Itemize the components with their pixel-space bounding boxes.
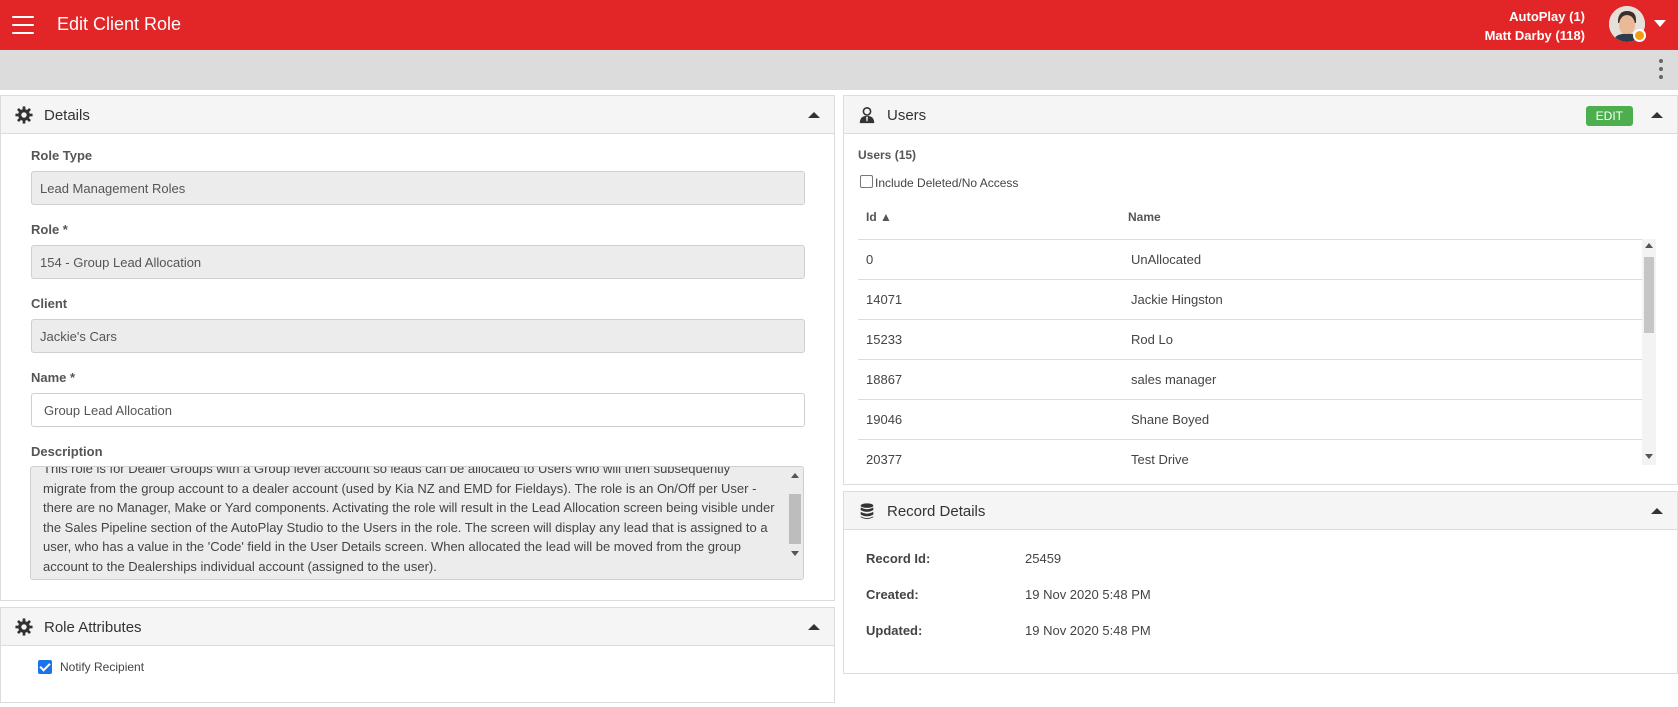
chevron-down-icon[interactable] [1654,20,1666,27]
record-details-panel: Record Details Record Id: 25459 Created:… [843,491,1678,674]
users-panel-header[interactable]: Users EDIT [844,96,1677,134]
collapse-icon[interactable] [1651,508,1663,514]
created-label: Created: [866,587,919,602]
include-deleted-checkbox[interactable] [860,175,873,188]
toolbar [0,50,1678,90]
more-options-icon[interactable] [1658,59,1664,81]
account-name: AutoPlay (1) [1509,9,1585,24]
description-text: This role is for Dealer Groups with a Gr… [43,466,775,574]
created-value: 19 Nov 2020 5:48 PM [1025,587,1151,602]
description-scrollbar[interactable] [787,467,803,579]
user-info[interactable]: AutoPlay (1) Matt Darby (118) [1485,7,1585,45]
record-details-header[interactable]: Record Details [844,492,1677,530]
description-label: Description [31,444,103,459]
users-panel: Users EDIT Users (15) Include Deleted/No… [843,95,1678,485]
client-label: Client [31,296,68,311]
scroll-down-icon[interactable] [791,551,799,556]
notify-recipient-checkbox[interactable] [38,660,52,674]
role-label: Role * [31,222,68,237]
users-title: Users [887,107,927,124]
users-table-body: 0 UnAllocated 14071 Jackie Hingston 15233 R… [858,239,1642,465]
table-row[interactable]: 0 UnAllocated [858,239,1642,279]
collapse-icon[interactable] [808,624,820,630]
scroll-up-icon[interactable] [1645,243,1653,248]
gear-icon [15,106,33,124]
updated-value: 19 Nov 2020 5:48 PM [1025,623,1151,638]
role-attributes-header[interactable]: Role Attributes [1,608,834,646]
status-dot [1633,29,1646,42]
role-attributes-panel: Role Attributes Notify Recipient [0,607,835,703]
record-id-label: Record Id: [866,551,931,566]
name-label: Name * [31,370,76,385]
role-field: 154 - Group Lead Allocation [31,245,805,279]
details-title: Details [44,107,90,124]
name-input[interactable]: Group Lead Allocation [31,393,805,427]
table-row[interactable]: 14071 Jackie Hingston [858,279,1642,319]
updated-label: Updated: [866,623,923,638]
users-scrollbar[interactable] [1642,239,1656,465]
record-id-value: 25459 [1025,551,1062,566]
table-row[interactable]: 18867 sales manager [858,359,1642,399]
collapse-icon[interactable] [1651,112,1663,118]
role-attributes-title: Role Attributes [44,619,142,636]
record-details-title: Record Details [887,503,986,520]
table-row[interactable]: 19046 Shane Boyed [858,399,1642,439]
table-row[interactable]: 15233 Rod Lo [858,319,1642,359]
page-title: Edit Client Role [57,14,182,34]
scroll-down-icon[interactable] [1645,454,1653,459]
details-panel-header[interactable]: Details [1,96,834,134]
client-field: Jackie's Cars [31,319,805,353]
users-table-header: Id ▲ Name [858,204,1642,230]
user-name: Matt Darby (118) [1484,28,1585,43]
collapse-icon[interactable] [808,112,820,118]
description-textarea[interactable]: This role is for Dealer Groups with a Gr… [30,466,804,580]
include-deleted-label: Include Deleted/No Access [875,176,1019,190]
menu-icon[interactable] [12,16,34,34]
scroll-thumb[interactable] [1644,257,1654,333]
edit-button[interactable]: EDIT [1585,106,1633,126]
scroll-up-icon[interactable] [791,473,799,478]
role-type-field: Lead Management Roles [31,171,805,205]
app-header: Edit Client Role AutoPlay (1) Matt Darby… [0,0,1678,50]
users-count: Users (15) [858,148,917,162]
notify-recipient-label: Notify Recipient [60,660,145,674]
database-icon [860,503,874,520]
scroll-thumb[interactable] [789,494,801,544]
gear-icon [15,618,33,636]
role-type-label: Role Type [31,148,93,163]
column-name[interactable]: Name [1128,210,1161,224]
column-id[interactable]: Id ▲ [866,210,892,224]
user-icon [859,106,875,124]
table-row[interactable]: 20377 Test Drive [858,439,1642,465]
